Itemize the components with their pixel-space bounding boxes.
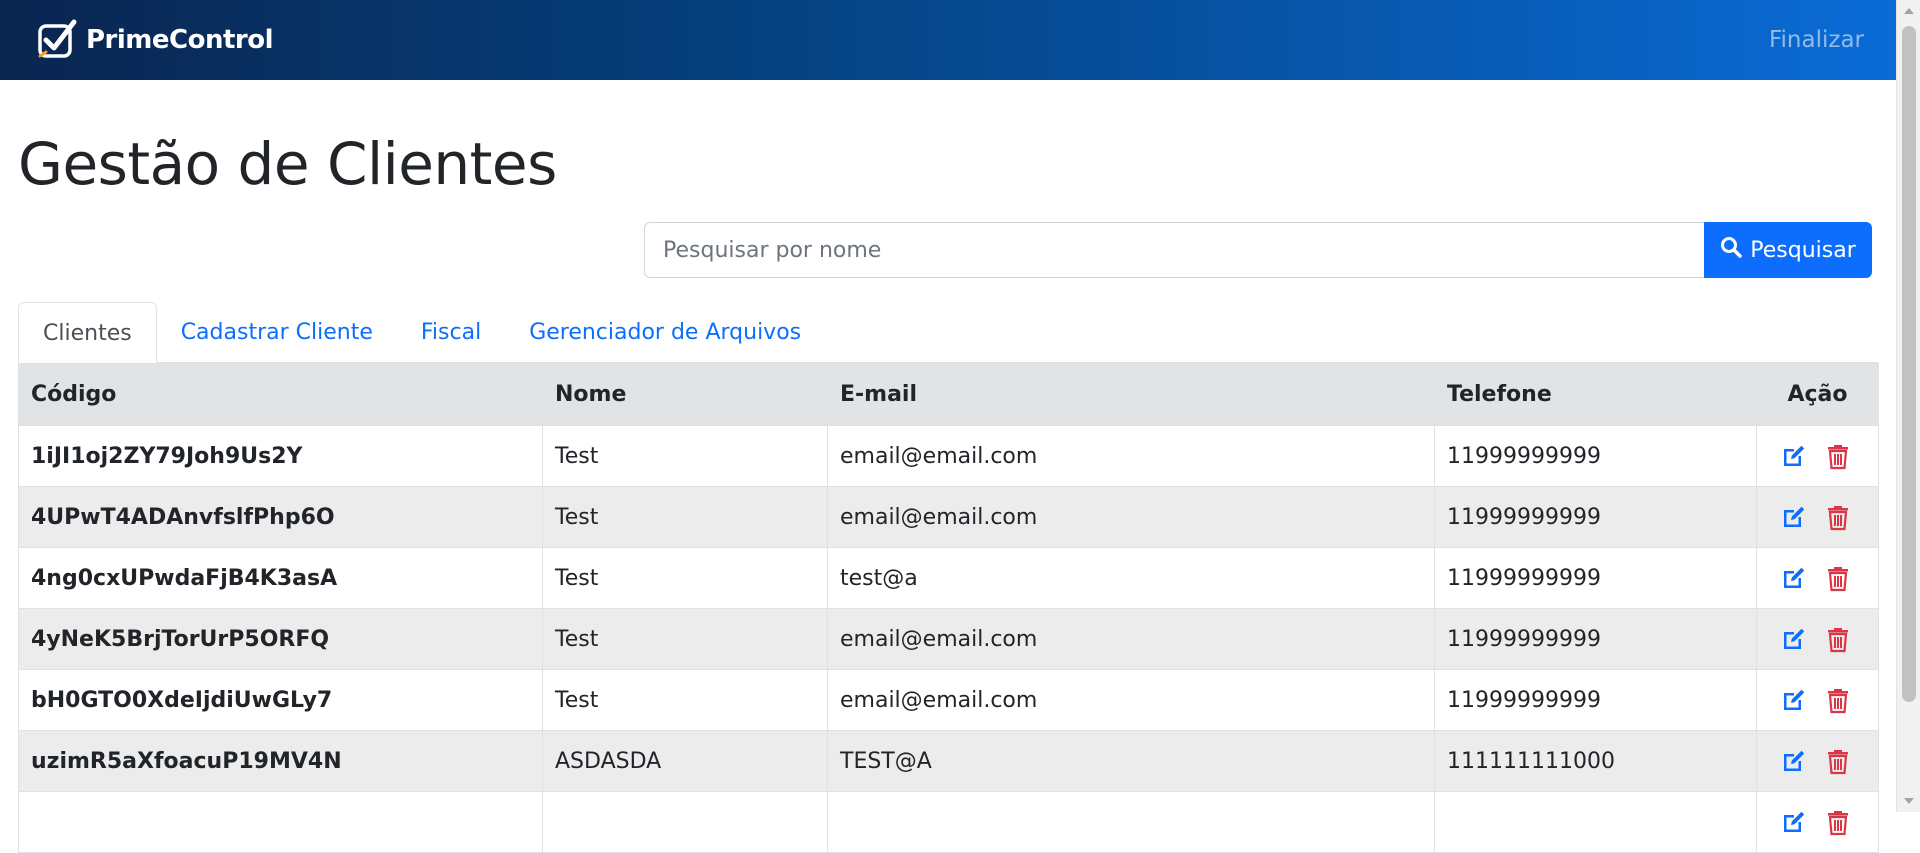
search-button-label: Pesquisar	[1750, 237, 1856, 263]
cell-nome: Test	[542, 425, 828, 487]
table-row	[18, 791, 1879, 853]
cell-acao	[1756, 669, 1879, 731]
search-button[interactable]: Pesquisar	[1704, 222, 1872, 278]
cell-codigo: 4yNeK5BrjTorUrP5ORFQ	[18, 608, 543, 670]
top-navbar: PrimeControl Finalizar	[0, 0, 1896, 80]
cell-codigo: 1iJI1oj2ZY79Joh9Us2Y	[18, 425, 543, 487]
table-row: 1iJI1oj2ZY79Joh9Us2Y Test email@email.com 1…	[18, 425, 1879, 487]
column-header-codigo: Código	[18, 363, 543, 426]
cell-acao	[1756, 608, 1879, 670]
cell-nome: ASDASDA	[542, 730, 828, 792]
search-input[interactable]	[644, 222, 1704, 278]
cell-codigo: 4ng0cxUPwdaFjB4K3asA	[18, 547, 543, 609]
brand-name: PrimeControl	[86, 25, 274, 55]
column-header-email: E-mail	[827, 363, 1435, 426]
column-header-telefone: Telefone	[1434, 363, 1757, 426]
edit-icon[interactable]	[1779, 746, 1809, 776]
cell-nome	[542, 791, 828, 853]
cell-nome: Test	[542, 486, 828, 548]
trash-icon[interactable]	[1823, 502, 1853, 532]
cell-nome: Test	[542, 608, 828, 670]
edit-icon[interactable]	[1779, 563, 1809, 593]
trash-icon[interactable]	[1823, 685, 1853, 715]
column-header-acao: Ação	[1756, 363, 1879, 426]
tab-clientes[interactable]: Clientes	[18, 302, 157, 364]
tab-cadastrar-cliente[interactable]: Cadastrar Cliente	[157, 302, 397, 363]
trash-icon[interactable]	[1823, 441, 1853, 471]
cell-telefone: 11999999999	[1434, 547, 1757, 609]
cell-email	[827, 791, 1435, 853]
cell-codigo: uzimR5aXfoacuP19MV4N	[18, 730, 543, 792]
table-row: bH0GTO0XdeIjdiUwGLy7 Test email@email.com 1…	[18, 669, 1879, 731]
table-row: 4yNeK5BrjTorUrP5ORFQ Test email@email.com 1…	[18, 608, 1879, 670]
cell-acao	[1756, 425, 1879, 487]
edit-icon[interactable]	[1779, 624, 1809, 654]
vertical-scrollbar[interactable]	[1896, 0, 1920, 812]
table-header-row: Código Nome E-mail Telefone Ação	[18, 363, 1879, 426]
cell-codigo: bH0GTO0XdeIjdiUwGLy7	[18, 669, 543, 731]
table-row: 4UPwT4ADAnvfslfPhp6O Test email@email.com 1…	[18, 486, 1879, 548]
edit-icon[interactable]	[1779, 502, 1809, 532]
table-row: 4ng0cxUPwdaFjB4K3asA Test test@a 1199999999…	[18, 547, 1879, 609]
edit-icon[interactable]	[1779, 441, 1809, 471]
table-row: uzimR5aXfoacuP19MV4N ASDASDA TEST@A 1111111…	[18, 730, 1879, 792]
clients-table: Código Nome E-mail Telefone Ação 1iJI1oj…	[18, 363, 1879, 853]
cell-acao	[1756, 730, 1879, 792]
trash-icon[interactable]	[1823, 624, 1853, 654]
cell-acao	[1756, 547, 1879, 609]
logout-link[interactable]: Finalizar	[1769, 27, 1864, 53]
cell-codigo	[18, 791, 543, 853]
cell-email: email@email.com	[827, 425, 1435, 487]
scroll-down-arrow-icon[interactable]	[1904, 798, 1914, 804]
brand[interactable]: PrimeControl	[36, 18, 274, 62]
column-header-nome: Nome	[542, 363, 828, 426]
cell-codigo: 4UPwT4ADAnvfslfPhp6O	[18, 486, 543, 548]
scrollbar-thumb[interactable]	[1902, 26, 1916, 702]
cell-email: TEST@A	[827, 730, 1435, 792]
cell-acao	[1756, 791, 1879, 853]
cell-email: email@email.com	[827, 669, 1435, 731]
cell-email: email@email.com	[827, 486, 1435, 548]
cell-telefone: 11999999999	[1434, 425, 1757, 487]
tab-gerenciador-de-arquivos[interactable]: Gerenciador de Arquivos	[505, 302, 825, 363]
cell-email: test@a	[827, 547, 1435, 609]
cell-acao	[1756, 486, 1879, 548]
tab-fiscal[interactable]: Fiscal	[397, 302, 505, 363]
edit-icon[interactable]	[1779, 685, 1809, 715]
scroll-up-arrow-icon[interactable]	[1904, 8, 1914, 14]
search-icon	[1720, 236, 1742, 264]
cell-nome: Test	[542, 547, 828, 609]
cell-telefone: 11999999999	[1434, 486, 1757, 548]
checkbox-logo-icon	[36, 18, 80, 62]
table-body: 1iJI1oj2ZY79Joh9Us2Y Test email@email.com 1…	[18, 425, 1879, 853]
cell-telefone: 11999999999	[1434, 669, 1757, 731]
cell-email: email@email.com	[827, 608, 1435, 670]
page-title: Gestão de Clientes	[18, 130, 557, 198]
trash-icon[interactable]	[1823, 563, 1853, 593]
tab-bar: Clientes Cadastrar Cliente Fiscal Gerenc…	[18, 302, 1878, 364]
search-bar: Pesquisar	[644, 222, 1872, 278]
cell-telefone: 111111111000	[1434, 730, 1757, 792]
cell-telefone: 11999999999	[1434, 608, 1757, 670]
clients-table-container: Código Nome E-mail Telefone Ação 1iJI1oj…	[18, 363, 1879, 853]
trash-icon[interactable]	[1823, 746, 1853, 776]
cell-nome: Test	[542, 669, 828, 731]
cell-telefone	[1434, 791, 1757, 853]
